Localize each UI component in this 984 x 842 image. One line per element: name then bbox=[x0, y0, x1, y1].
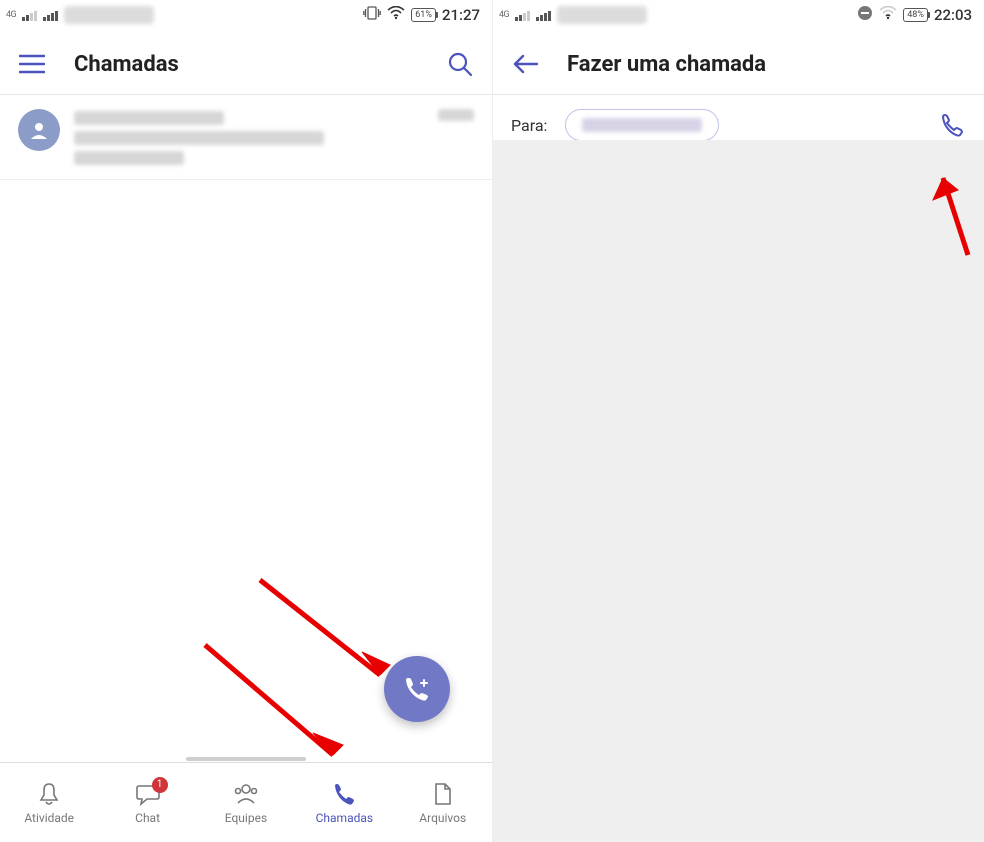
status-bar: 4G 48% 22:03 bbox=[493, 0, 984, 30]
bottom-nav: Atividade 1 Chat Equipes Chamadas Arquiv… bbox=[0, 762, 492, 842]
carrier-blur bbox=[557, 6, 647, 24]
app-header: Fazer uma chamada bbox=[493, 30, 984, 95]
signal-icon-2 bbox=[43, 9, 58, 21]
carrier-blur bbox=[64, 6, 154, 24]
start-call-button[interactable] bbox=[938, 111, 966, 139]
wifi-icon bbox=[879, 6, 897, 24]
battery-icon: 61% bbox=[411, 8, 436, 22]
nav-label: Arquivos bbox=[419, 811, 466, 825]
nav-label: Chamadas bbox=[316, 811, 374, 825]
vibrate-icon bbox=[363, 5, 381, 25]
menu-button[interactable] bbox=[18, 50, 46, 78]
nav-label: Equipes bbox=[225, 811, 267, 825]
nav-label: Chat bbox=[135, 811, 160, 825]
recipient-chip[interactable] bbox=[565, 109, 719, 141]
status-left: 4G bbox=[499, 6, 647, 24]
page-title: Fazer uma chamada bbox=[567, 52, 966, 77]
nav-chat[interactable]: 1 Chat bbox=[108, 781, 188, 825]
phone-left: 4G 61% 21:27 Chamadas bbox=[0, 0, 492, 842]
nav-chamadas[interactable]: Chamadas bbox=[304, 781, 384, 825]
status-right: 48% 22:03 bbox=[857, 5, 972, 25]
new-call-fab[interactable] bbox=[384, 656, 450, 722]
chat-badge: 1 bbox=[152, 777, 168, 793]
search-button[interactable] bbox=[446, 50, 474, 78]
signal-icon bbox=[22, 9, 37, 21]
status-right: 61% 21:27 bbox=[363, 5, 480, 25]
call-history-item[interactable] bbox=[0, 95, 492, 180]
status-left: 4G bbox=[6, 6, 154, 24]
avatar bbox=[18, 109, 60, 151]
wifi-icon bbox=[387, 6, 405, 24]
network-label: 4G bbox=[499, 10, 509, 20]
blur-line bbox=[74, 111, 224, 125]
blur-time bbox=[438, 109, 474, 121]
nav-equipes[interactable]: Equipes bbox=[206, 781, 286, 825]
call-body bbox=[493, 140, 984, 842]
status-bar: 4G 61% 21:27 bbox=[0, 0, 492, 30]
clock: 22:03 bbox=[934, 6, 972, 24]
chip-blur bbox=[582, 118, 702, 132]
nav-atividade[interactable]: Atividade bbox=[9, 781, 89, 825]
page-title: Chamadas bbox=[74, 52, 418, 77]
clock: 21:27 bbox=[442, 6, 480, 24]
back-button[interactable] bbox=[511, 50, 539, 78]
app-header: Chamadas bbox=[0, 30, 492, 95]
blur-line bbox=[74, 131, 324, 145]
nav-label: Atividade bbox=[24, 811, 74, 825]
nav-arquivos[interactable]: Arquivos bbox=[403, 781, 483, 825]
dnd-icon bbox=[857, 5, 873, 25]
signal-icon-2 bbox=[536, 9, 551, 21]
signal-icon bbox=[515, 9, 530, 21]
phone-right: 4G 48% 22:03 Fazer uma chamada Para: bbox=[492, 0, 984, 842]
history-text bbox=[74, 109, 474, 165]
blur-line bbox=[74, 151, 184, 165]
para-label: Para: bbox=[511, 116, 547, 135]
battery-icon: 48% bbox=[903, 8, 928, 22]
network-label: 4G bbox=[6, 10, 16, 20]
